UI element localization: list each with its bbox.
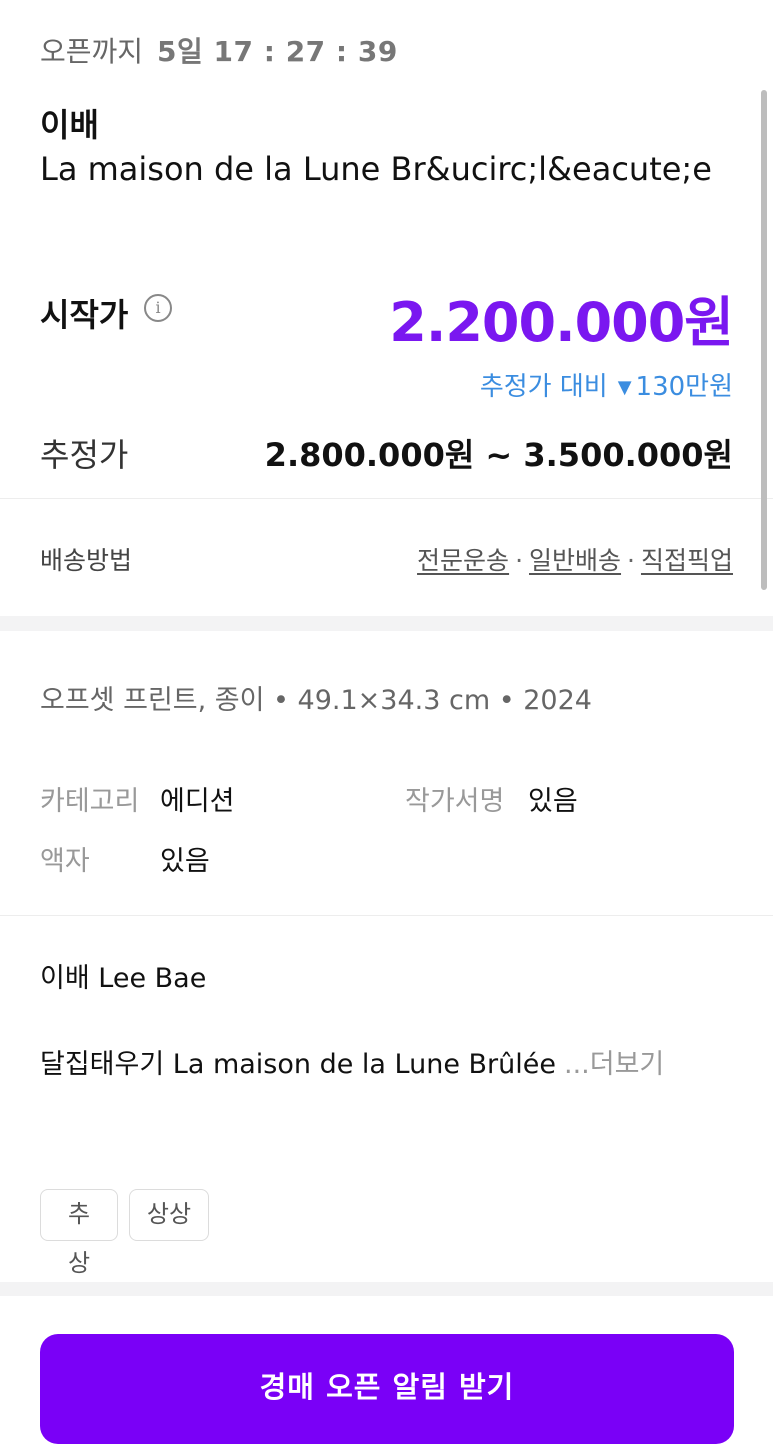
attribute-label: 카테고리	[40, 786, 140, 817]
read-more-link[interactable]: ...더보기	[564, 1049, 664, 1080]
attribute-value: 있음	[528, 786, 578, 817]
attribute-label: 액자	[40, 846, 90, 877]
compare-value: 130만원	[635, 372, 733, 402]
shipping-method-professional[interactable]: 전문운송	[417, 546, 509, 575]
attribute-value: 에디션	[160, 786, 235, 817]
shipping-label: 배송방법	[40, 546, 133, 575]
description-author: 이배 Lee Bae	[40, 963, 207, 994]
down-triangle-icon: ▼	[617, 377, 632, 398]
divider	[0, 915, 773, 916]
shipping-methods: 전문운송 · 일반배송 · 직접픽업	[417, 541, 733, 577]
scrollbar[interactable]	[761, 90, 767, 590]
tag-chip[interactable]: 추상	[40, 1189, 118, 1277]
section-divider	[0, 616, 773, 631]
shipping-method-pickup[interactable]: 직접픽업	[641, 546, 733, 575]
open-countdown: 오픈까지 5일 17 : 27 : 39	[40, 30, 398, 70]
divider	[0, 498, 773, 499]
auction-open-notify-button[interactable]: 경매 오픈 알림 받기	[40, 1334, 734, 1444]
attribute-label: 작가서명	[405, 786, 505, 817]
description-body: 달집태우기 La maison de la Lune Brûlée	[40, 1049, 556, 1080]
shipping-method-standard[interactable]: 일반배송	[529, 546, 621, 575]
separator: ·	[515, 546, 524, 575]
attribute-value: 있음	[160, 846, 210, 877]
estimate-comparison: 추정가 대비 ▼ 130만원	[480, 366, 733, 403]
estimate-label: 추정가	[40, 436, 129, 474]
description-text: 달집태우기 La maison de la Lune Brûlée ...더보기	[40, 1042, 664, 1081]
compare-label: 추정가 대비	[479, 372, 608, 402]
artwork-specs: 오프셋 프린트, 종이 • 49.1×34.3 cm • 2024	[40, 685, 592, 716]
info-icon[interactable]: i	[144, 294, 172, 322]
countdown-time: 5일 17 : 27 : 39	[157, 35, 398, 68]
start-price-label: 시작가	[40, 296, 129, 334]
artist-name: 이배	[40, 106, 99, 144]
artwork-title: La maison de la Lune Br&ucirc;l&eacute;e	[40, 150, 712, 188]
tag-chip[interactable]: 상상	[129, 1189, 209, 1241]
start-price-value: 2.200.000원	[389, 291, 734, 354]
countdown-label: 오픈까지	[40, 35, 144, 68]
separator: ·	[627, 546, 635, 575]
section-divider	[0, 1282, 773, 1296]
estimate-value: 2.800.000원 ~ 3.500.000원	[264, 436, 733, 474]
